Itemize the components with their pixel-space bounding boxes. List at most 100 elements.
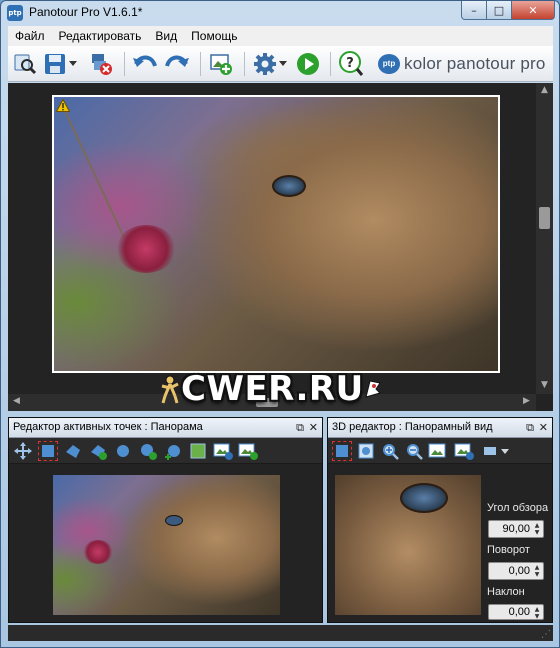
- pano-branch: [64, 110, 126, 239]
- polygon-add-icon[interactable]: [88, 441, 108, 461]
- hotspot-toolbar: [9, 438, 322, 464]
- toolbar-separator: [124, 52, 125, 76]
- menu-view[interactable]: Вид: [148, 29, 184, 43]
- scroll-down-arrow-icon[interactable]: ▼: [539, 380, 550, 391]
- app-icon: ptp: [7, 5, 23, 21]
- settings-dropdown-icon[interactable]: [278, 51, 288, 77]
- spin-arrows[interactable]: ▲ ▼: [532, 522, 542, 536]
- remove-project-icon[interactable]: [88, 51, 114, 77]
- warning-triangle-icon[interactable]: [56, 99, 70, 112]
- rotation-label: Поворот: [487, 544, 530, 556]
- maximize-button[interactable]: □: [487, 1, 512, 20]
- hotspot-editor-panel: Редактор активных точек : Панорама ⧉ ✕: [8, 417, 323, 623]
- select-rect-icon[interactable]: [332, 441, 352, 461]
- app-window: ptp Panotour Pro V1.6.1* – □ ✕ Файл Реда…: [0, 0, 560, 648]
- window-title: Panotour Pro V1.6.1*: [29, 5, 143, 19]
- watermark-flag-icon: [365, 380, 381, 398]
- rotation-value: 0,00: [508, 565, 530, 577]
- settings-icon[interactable]: [252, 51, 278, 77]
- vertical-scrollbar[interactable]: ▲ ▼: [536, 83, 553, 394]
- hotspot-preview-image[interactable]: [53, 475, 280, 615]
- image-export-icon[interactable]: [238, 441, 258, 461]
- image-spot-icon[interactable]: [188, 441, 208, 461]
- zoom-out-icon[interactable]: [404, 441, 424, 461]
- view-mode-icon[interactable]: [482, 441, 512, 461]
- hotspot-panel-title: Редактор активных точек : Панорама: [13, 421, 203, 433]
- pano-cat-eye: [272, 175, 306, 197]
- vertical-scroll-thumb[interactable]: [539, 207, 550, 229]
- polygon-spot-icon[interactable]: [63, 441, 83, 461]
- panel-float-icon[interactable]: ⧉: [296, 421, 304, 435]
- image-import-icon[interactable]: [213, 441, 233, 461]
- spin-down-icon[interactable]: ▼: [532, 571, 542, 578]
- find-project-icon[interactable]: [12, 51, 38, 77]
- run-build-icon[interactable]: [295, 51, 321, 77]
- preview-cat-eye: [165, 515, 183, 526]
- watermark-figure-icon: [161, 375, 179, 404]
- menu-bar: Файл Редактировать Вид Помощь: [8, 26, 553, 46]
- panorama-viewport[interactable]: ▲ ▼ ◀ ▶: [8, 83, 553, 411]
- view3d-panel-title: 3D редактор : Панорамный вид: [332, 421, 493, 433]
- view3d-editor-panel: 3D редактор : Панорамный вид ⧉ ✕ Угол об…: [327, 417, 553, 623]
- point-plus-icon[interactable]: [163, 441, 183, 461]
- zoom-in-icon[interactable]: [380, 441, 400, 461]
- panorama-image[interactable]: [52, 95, 500, 373]
- scroll-left-arrow-icon[interactable]: ◀: [11, 396, 22, 407]
- view-export-icon[interactable]: [454, 441, 474, 461]
- minimize-button[interactable]: –: [461, 1, 487, 20]
- svg-text:?: ?: [346, 56, 354, 71]
- snapshot-icon[interactable]: [428, 441, 448, 461]
- panel-float-icon[interactable]: ⧉: [526, 421, 534, 435]
- fov-spinbox[interactable]: 90,00 ▲ ▼: [488, 520, 544, 538]
- title-bar: ptp Panotour Pro V1.6.1* – □ ✕: [1, 1, 559, 25]
- save-icon[interactable]: [42, 51, 68, 77]
- status-bar: ⋰: [8, 625, 553, 641]
- save-dropdown-icon[interactable]: [68, 51, 78, 77]
- redo-icon[interactable]: [164, 51, 190, 77]
- spin-up-icon[interactable]: ▲: [532, 522, 542, 529]
- point-add-icon[interactable]: [138, 441, 158, 461]
- undo-icon[interactable]: [132, 51, 158, 77]
- toolbar-separator: [200, 52, 201, 76]
- spin-up-icon[interactable]: ▲: [532, 564, 542, 571]
- view3d-preview-image[interactable]: [335, 475, 481, 615]
- add-image-icon[interactable]: [208, 51, 234, 77]
- tilt-spinbox[interactable]: 0,00 ▲ ▼: [488, 604, 544, 620]
- hotspot-panel-header: Редактор активных точек : Панорама ⧉ ✕: [9, 418, 322, 438]
- help-icon[interactable]: ?: [338, 51, 364, 77]
- panel-close-icon[interactable]: ✕: [309, 421, 318, 434]
- view3d-panel-header: 3D редактор : Панорамный вид ⧉ ✕: [328, 418, 552, 438]
- view3d-toolbar: [328, 438, 552, 464]
- scroll-right-arrow-icon[interactable]: ▶: [521, 396, 532, 407]
- watermark: CWER.RU: [159, 369, 382, 409]
- main-toolbar: ? ptp kolor panotour pro: [8, 46, 553, 82]
- resize-grip-icon[interactable]: ⋰: [541, 629, 551, 640]
- tilt-value: 0,00: [508, 606, 530, 618]
- point-spot-icon[interactable]: [113, 441, 133, 461]
- watermark-text: CWER.RU: [181, 369, 364, 409]
- close-button[interactable]: ✕: [512, 1, 555, 20]
- spin-arrows[interactable]: ▲ ▼: [532, 606, 542, 620]
- menu-help[interactable]: Помощь: [184, 29, 244, 43]
- rotation-spinbox[interactable]: 0,00 ▲ ▼: [488, 562, 544, 580]
- spin-down-icon[interactable]: ▼: [532, 529, 542, 536]
- brand-name: kolor panotour pro: [404, 54, 546, 73]
- fov-label: Угол обзора: [487, 502, 549, 514]
- move-icon[interactable]: [13, 441, 33, 461]
- spin-up-icon[interactable]: ▲: [532, 606, 542, 613]
- tilt-label: Наклон: [487, 586, 525, 598]
- window-controls: – □ ✕: [461, 1, 555, 20]
- menu-edit[interactable]: Редактировать: [52, 29, 149, 43]
- panel-close-icon[interactable]: ✕: [539, 421, 548, 434]
- fov-value: 90,00: [502, 523, 530, 535]
- pano-flower: [116, 225, 176, 273]
- preview-cat-eye: [400, 483, 448, 513]
- scroll-up-arrow-icon[interactable]: ▲: [539, 85, 550, 96]
- spin-arrows[interactable]: ▲ ▼: [532, 564, 542, 578]
- kolor-logo: ptp: [378, 54, 400, 74]
- toolbar-separator: [244, 52, 245, 76]
- menu-file[interactable]: Файл: [8, 29, 52, 43]
- spin-down-icon[interactable]: ▼: [532, 613, 542, 620]
- fit-view-icon[interactable]: [356, 441, 376, 461]
- select-rect-icon[interactable]: [38, 441, 58, 461]
